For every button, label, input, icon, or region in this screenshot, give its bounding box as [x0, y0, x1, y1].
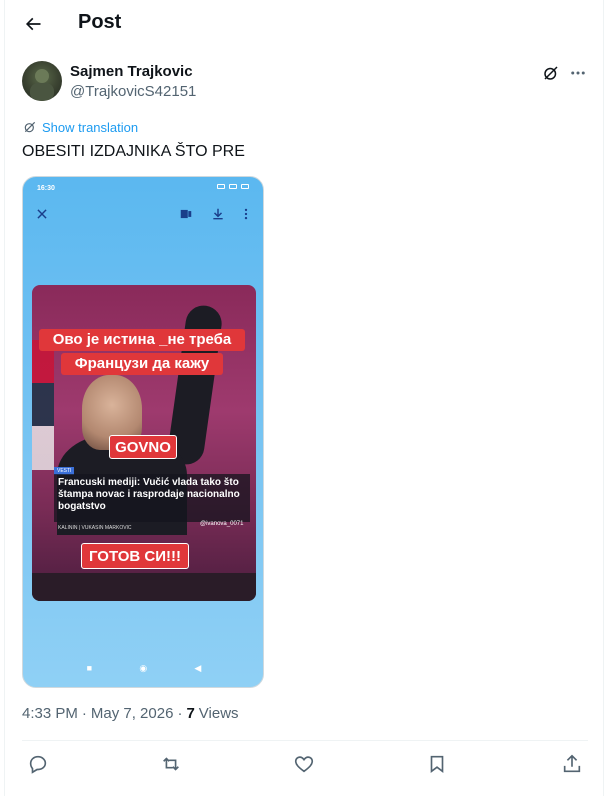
post-text: OBESITI IZDAJNIKA ŠTO PRE: [22, 143, 245, 160]
tiktok-handle: @ivanova_0071: [200, 521, 244, 527]
home-circle-icon: ◉: [139, 663, 148, 673]
show-translation-link[interactable]: Show translation: [22, 119, 138, 135]
caption-3: GOVNO: [109, 435, 177, 459]
news-banner: Francuski mediji: Vučić vlada tako što š…: [54, 474, 250, 522]
like-icon: [294, 756, 314, 773]
download-icon: [213, 208, 223, 220]
repost-icon: [163, 757, 179, 771]
post-metadata: 4:33 PM · May 7, 2026 · 7 Views: [22, 705, 239, 722]
reply-icon: [29, 755, 47, 774]
separator-2: ·: [177, 705, 183, 722]
post-detail-page: Post Sajmen Trajkovic @TrajkovicS42151 S…: [4, 0, 604, 796]
close-icon: [37, 209, 47, 219]
square-icon: ■: [86, 663, 93, 673]
like-button[interactable]: [292, 752, 316, 776]
back-button[interactable]: [19, 10, 47, 38]
post-date[interactable]: May 7, 2026: [91, 705, 174, 722]
views-label: Views: [198, 705, 239, 722]
views-count: 7: [186, 705, 195, 722]
share-button[interactable]: [560, 752, 584, 776]
grok-icon: [544, 66, 558, 80]
status-icons: [217, 184, 249, 189]
status-time: 16:30: [37, 185, 55, 192]
separator-1: ·: [81, 705, 87, 722]
back-triangle-icon: ◀: [194, 663, 202, 673]
show-translation-label: Show translation: [42, 119, 139, 135]
video-bottom-bar: [32, 573, 256, 601]
bookmark-button[interactable]: [425, 752, 449, 776]
flag: [32, 340, 54, 470]
author-name[interactable]: Sajmen Trajkovic: [70, 63, 193, 80]
arrow-left-icon: [25, 17, 41, 31]
divider: [22, 740, 588, 741]
grok-button[interactable]: [540, 62, 562, 84]
repost-button[interactable]: [159, 752, 183, 776]
news-headline: Francuski mediji: Vučić vlada tako što š…: [58, 477, 240, 512]
bookmark-icon: [430, 755, 444, 773]
more-icon: [571, 71, 585, 75]
translate-icon: [24, 121, 36, 133]
phone-nav-bar: ■ ◉ ◀: [23, 663, 263, 674]
kebab-icon: [244, 208, 248, 220]
caption-2: Французи да кажу: [61, 353, 223, 375]
share-icon: [563, 754, 581, 773]
caption-1: Ово је истина _не треба: [39, 329, 245, 351]
avatar[interactable]: [22, 61, 62, 101]
reply-button[interactable]: [26, 752, 50, 776]
page-title: Post: [78, 11, 122, 33]
header: Post: [5, 0, 605, 48]
news-meta: KALININ | VUKASIN MARKOVIC: [58, 525, 132, 531]
post-media[interactable]: 16:30 Ово је истина _не треба Французи д…: [22, 176, 264, 688]
author-handle[interactable]: @TrajkovicS42151: [70, 83, 196, 100]
caption-4: ГОТОВ СИ!!!: [81, 543, 189, 569]
more-button[interactable]: [567, 62, 589, 84]
post-time[interactable]: 4:33 PM: [22, 705, 78, 722]
media-tool-icon: [180, 209, 192, 219]
video-frame: Ово је истина _не треба Французи да кажу…: [32, 285, 256, 601]
